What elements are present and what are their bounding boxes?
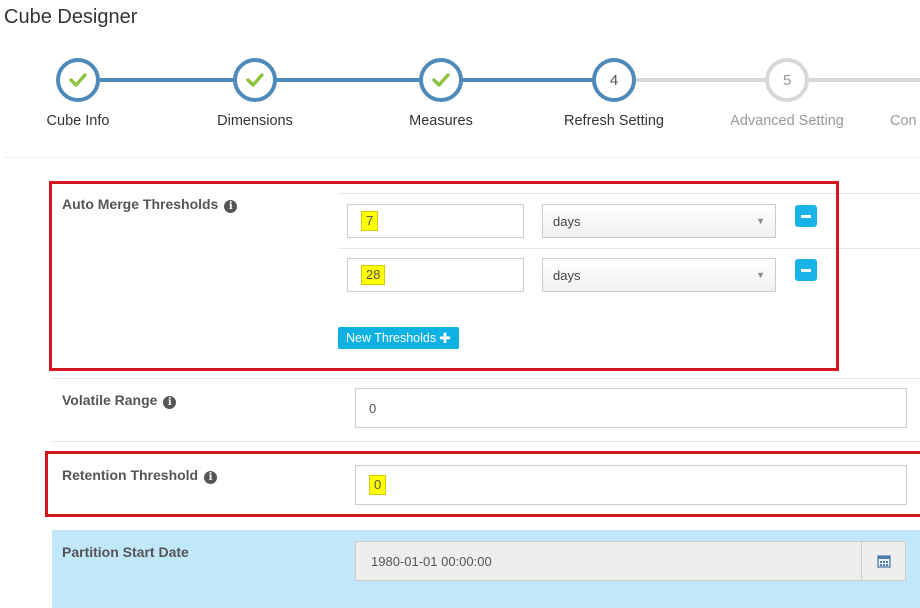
step-circle: 4: [592, 58, 636, 102]
check-icon: [69, 73, 87, 87]
wizard-step-advanced-setting[interactable]: 5 Advanced Setting: [712, 58, 862, 129]
step-label: Dimensions: [217, 113, 293, 129]
wizard-step-label-partial[interactable]: Con: [890, 113, 917, 129]
wizard-step-measures[interactable]: Measures: [366, 58, 516, 129]
wizard-step-dimensions[interactable]: Dimensions: [180, 58, 330, 129]
highlight-box-auto-merge: [49, 181, 839, 371]
step-label: Refresh Setting: [564, 113, 664, 129]
step-label: Measures: [409, 113, 473, 129]
step-circle: 5: [765, 58, 809, 102]
page-title: Cube Designer: [4, 6, 138, 28]
partition-start-date-input[interactable]: 1980-01-01 00:00:00: [355, 541, 862, 581]
wizard-step-cube-info[interactable]: Cube Info: [3, 58, 153, 129]
volatile-range-label: Volatile Range i: [62, 392, 177, 409]
highlight-box-retention: [45, 451, 920, 517]
wizard-step-refresh-setting[interactable]: 4 Refresh Setting: [539, 58, 689, 129]
step-label: Advanced Setting: [730, 113, 844, 129]
calendar-icon: [876, 555, 891, 568]
check-icon: [432, 73, 450, 87]
row-divider: [52, 378, 920, 379]
wizard-progress-line: [78, 78, 614, 82]
partition-start-date-label: Partition Start Date: [62, 544, 189, 560]
step-circle: [419, 58, 463, 102]
wizard-divider: [4, 157, 920, 158]
step-circle: [233, 58, 277, 102]
volatile-range-input[interactable]: 0: [355, 388, 907, 428]
check-icon: [246, 73, 264, 87]
wizard-stepper: Cube Info Dimensions Measures 4 Refresh …: [0, 58, 920, 138]
row-divider: [52, 441, 920, 442]
step-label: Cube Info: [46, 113, 110, 129]
calendar-button[interactable]: [861, 541, 906, 581]
info-icon[interactable]: i: [163, 396, 177, 409]
step-circle: [56, 58, 100, 102]
